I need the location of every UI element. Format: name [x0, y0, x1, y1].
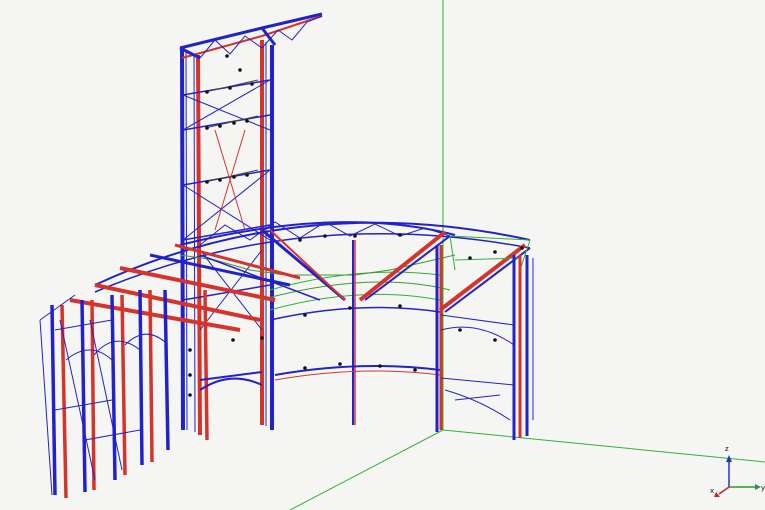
left-arch: [199, 371, 263, 391]
y-axis-label: y: [761, 484, 765, 492]
z-axis-label: z: [725, 445, 729, 453]
left-far-edge: [39, 294, 76, 496]
tower-beams: [204, 79, 259, 183]
structure-model[interactable]: z y x: [0, 0, 765, 510]
tower-top: [179, 12, 323, 60]
right-wing[interactable]: [358, 230, 534, 440]
left-bracing: [54, 319, 166, 481]
node-markers: [188, 54, 524, 397]
right-bracing: [440, 314, 515, 421]
center-frame[interactable]: [269, 240, 441, 425]
x-axis-label: x: [710, 487, 714, 495]
xyz-axis-triad-icon: z y x: [710, 445, 765, 497]
3d-viewport[interactable]: z y x: [0, 0, 765, 510]
